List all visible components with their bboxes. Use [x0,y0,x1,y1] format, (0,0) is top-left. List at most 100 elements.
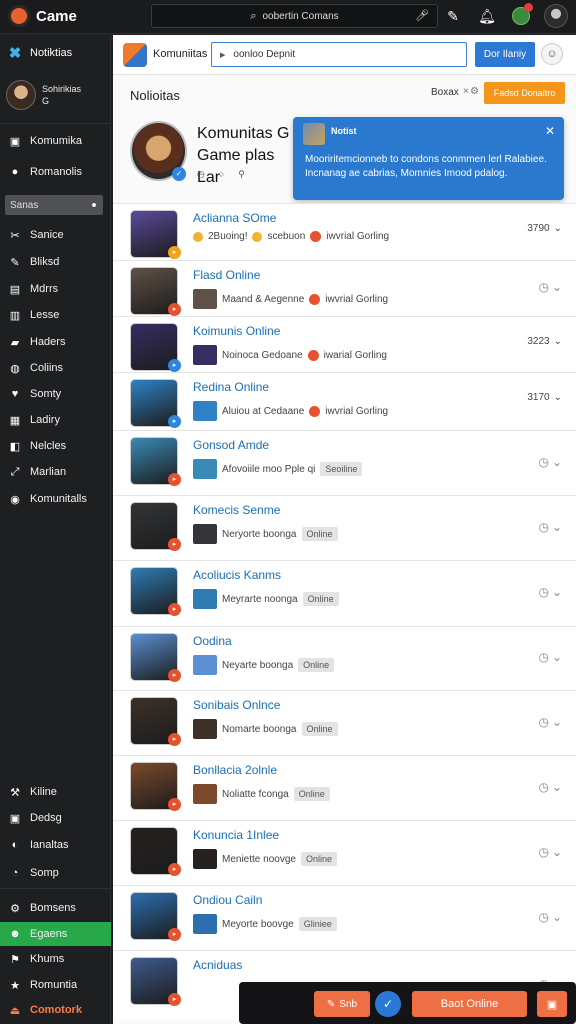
top-search-input[interactable]: ⌕ oobertin Comans 🎤︎ [151,4,438,28]
game-title[interactable]: Ondiou Cailn [193,893,262,907]
sidebar-item-sanice[interactable]: ✂ Sanice [0,223,111,247]
chevron-down-icon: ⌄ [551,585,562,599]
game-title[interactable]: Gonsod Amde [193,438,269,452]
thumbnail-badge-icon: ▸ [168,538,181,551]
sidebar-item-mdrrs[interactable]: ▤ Mdrrs [0,277,111,301]
action-button[interactable]: Fadsd Donaltro [484,82,565,104]
list-item[interactable]: ▸ Konuncia 1Inlee Meniette noovge Online ◷ ⌄ [113,820,576,885]
game-meta: Afovoiile moo Pple qi Seoiline [193,459,363,479]
thumbnail-badge-icon: ▸ [168,863,181,876]
sidebar-item-notiktias[interactable]: ✖ Notiktias [0,41,111,65]
sidebar-item-dedsg[interactable]: ▣ Dedsg [0,806,111,830]
row-menu[interactable]: ◷⌄ [538,520,562,534]
profile-name: Sohirikias [42,84,82,94]
sort-label[interactable]: Boxax [431,87,459,98]
game-title[interactable]: Oodina [193,634,232,648]
game-title[interactable]: Acoliucis Kanms [193,568,281,582]
list-item[interactable]: ▸ Komecis Senme Neryorte boonga Online ◷ ⌄ [113,495,576,560]
list-item[interactable]: ▸ Bonllacia 2olnle Noliatte fconga Online ◷ ⌄ [113,755,576,820]
sidebar-search-input[interactable]: Sanas [5,195,103,215]
list-item[interactable]: ▸ Aclianna SOme 2Buoing! scebuon iwvrial Gor… [113,203,576,260]
row-menu[interactable]: ◷⌄ [538,910,562,924]
chevron-down-icon: ⌄ [551,844,562,859]
sidebar-item-ladiry[interactable]: ▦ Ladiry [0,408,111,432]
bell-icon[interactable]: 🔔︎ [476,5,498,27]
list-item[interactable]: ▸ Ondiou Cailn Meyorte boovge Gliniee ◷ ⌄ [113,885,576,950]
sidebar-item-marlian[interactable]: ⤢ Marlian [0,460,111,484]
sidebar-profile[interactable]: Sohirikias G [6,80,81,110]
game-title[interactable]: Koimunis Online [193,324,280,338]
game-title[interactable]: Sonibais Onlnce [193,698,280,712]
sidebar-item-label: Sanice [30,229,64,241]
mini-thumbnail [193,459,217,479]
sidebar-item-egaens[interactable]: ☻ Egaens [0,922,111,946]
sidebar-item-nelcles[interactable]: ◧ Nelcles [0,434,111,458]
notifications-avatar[interactable] [510,3,533,27]
sidebar-item-somp[interactable]: ◔ Somp [0,861,111,885]
count-value[interactable]: 3790 ⌄ [527,223,562,234]
sidebar-item-romuntia[interactable]: ★ Romuntia [0,973,111,997]
header-button[interactable]: Dor Ilaniy [475,42,535,67]
sidebar-item-komumika[interactable]: ▣ Komumika [0,129,111,153]
game-title[interactable]: Flasd Online [193,268,260,282]
game-title[interactable]: Komecis Senme [193,503,280,517]
list-item[interactable]: ▸ Gonsod Amde Afovoiile moo Pple qi Seoilin… [113,430,576,495]
row-menu[interactable]: ◷⌄ [538,585,562,599]
brand[interactable]: Came [8,5,77,27]
main-header: Komuniitas ▶ oonloo Depnit Dor Ilaniy ☺ [113,35,576,75]
game-title[interactable]: Acniduas [193,958,242,972]
online-button[interactable]: Baot Online [412,991,527,1017]
row-menu[interactable]: ◷⌄ [538,780,562,794]
sidebar-item-somty[interactable]: ♥ Somty [0,382,111,406]
list-item[interactable]: ▸ Koimunis Online Noinoca Gedoane iwarial G… [113,316,576,372]
category-text: iwvrial Gorling [326,231,390,242]
circle-icon[interactable]: ○ [219,169,224,180]
top-bar: Came ⌕ oobertin Comans 🎤︎ ✎ 🔔︎ [0,0,576,34]
user-avatar[interactable] [544,4,568,28]
sidebar-item-coliins[interactable]: ◍ Coliins [0,356,111,380]
chevron-down-icon: ⌄ [551,454,562,469]
list-item[interactable]: ▸ Redina Online Aluiou at Cedaane iwvrial G… [113,372,576,430]
game-title[interactable]: Aclianna SOme [193,211,276,225]
tooltip-popup: Notist ✕ Mooriritemcionneb to condons co… [293,117,564,200]
sidebar-item-khums[interactable]: ⚑ Khums [0,947,111,971]
sidebar-item-ianaltas[interactable]: ◐ Ianaltas [0,833,111,857]
meta-text: Aluiou at Cedaane [222,405,305,417]
brush-icon[interactable]: ✎ [442,5,464,27]
sidebar-item-lesse[interactable]: ▥ Lesse [0,303,111,327]
count-value[interactable]: 3170 ⌄ [527,392,562,403]
sidebar-item-bomsens[interactable]: ⚙ Bomsens [0,896,111,920]
game-title[interactable]: Redina Online [193,380,269,394]
close-icon[interactable]: × [463,86,469,97]
game-title[interactable]: Konuncia 1Inlee [193,828,279,842]
row-menu[interactable]: ◷⌄ [538,845,562,859]
sidebar-item-romanolis[interactable]: ● Romanolis [0,160,111,184]
game-title[interactable]: Bonllacia 2olnle [193,763,277,777]
clock-icon[interactable]: ◷ [197,169,205,180]
close-icon[interactable]: ✕ [545,124,555,138]
list-item[interactable]: ▸ Acoliucis Kanms Meyrarte noonga Online ◷ ⌄ [113,560,576,626]
sidebar-item-komunitalls[interactable]: ◉ Komunitalls [0,487,111,511]
profile-circle-icon[interactable]: ☺ [541,43,563,65]
list-item[interactable]: ▸ Sonibais Onlnce Nomarte boonga Online ◷ ⌄ [113,690,576,755]
gear-icon[interactable]: ⚙ [470,86,479,97]
pin-icon[interactable]: ⚲ [238,169,245,180]
sidebar-item-kiline[interactable]: ⚒ Kiline [0,780,111,804]
url-input[interactable]: ▶ oonloo Depnit [211,42,467,67]
sidebar-item-haders[interactable]: ▰ Haders [0,330,111,354]
search-icon: ⌕ [250,9,257,22]
row-menu[interactable]: ◷⌄ [538,455,562,469]
sidebar-item-comotork[interactable]: ⏏ Comotork [0,998,111,1022]
snb-button[interactable]: ✎ Snb [314,991,370,1017]
list-item[interactable]: ▸ Oodina Neyarte boonga Online ◷ ⌄ [113,626,576,690]
check-button[interactable]: ✓ [375,991,401,1017]
count-value[interactable]: 3223 ⌄ [527,336,562,347]
list-item[interactable]: ▸ Flasd Online Maand & Aegenne iwvrial Gorl… [113,260,576,316]
row-menu[interactable]: ◷⌄ [538,715,562,729]
mic-icon[interactable]: 🎤︎ [415,9,429,22]
row-menu[interactable]: ◷⌄ [538,650,562,664]
main-panel: Komuniitas ▶ oonloo Depnit Dor Ilaniy ☺ … [113,35,576,1024]
sidebar-item-bliksd[interactable]: ✎ Bliksd [0,250,111,274]
row-menu[interactable]: ◷⌄ [538,280,562,294]
window-icon[interactable]: ▣ [537,991,567,1017]
